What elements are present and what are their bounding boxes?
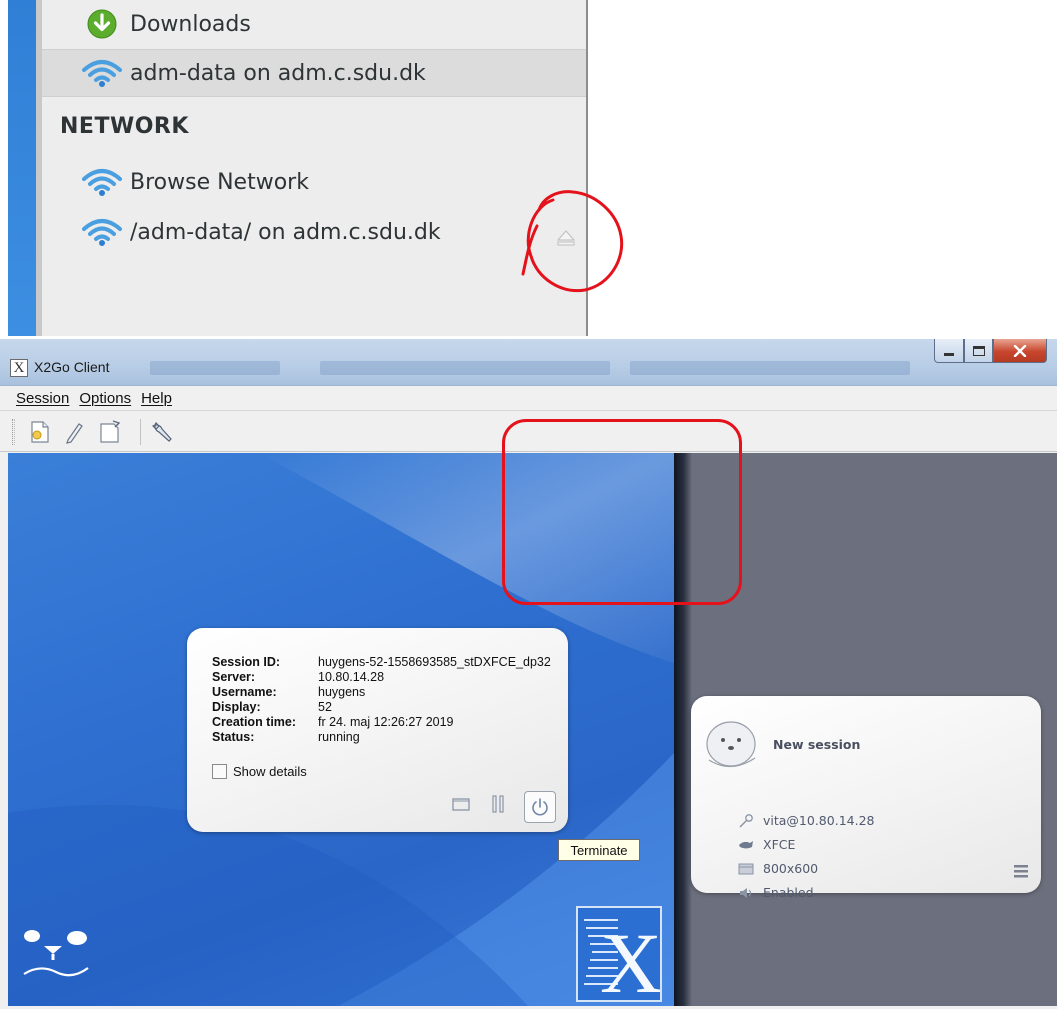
preferences-icon (152, 422, 172, 442)
svg-text:X: X (600, 915, 660, 1000)
username-row: Username: huygens (212, 685, 551, 700)
title-bar: X X2Go Client (0, 339, 1057, 386)
panel-divider (674, 453, 692, 1006)
server-row: vita@10.80.14.28 (737, 813, 874, 828)
network-share-icon (80, 56, 124, 90)
pause-icon (492, 795, 504, 813)
menu-help[interactable]: Help (141, 390, 172, 407)
hamburger-menu-icon[interactable] (1013, 863, 1029, 878)
sidebar-item-label: /adm-data/ on adm.c.sdu.dk (130, 219, 441, 245)
eject-icon[interactable] (555, 226, 577, 248)
folder-button[interactable] (451, 795, 471, 813)
status-label: Status: (212, 730, 255, 744)
network-icon (80, 165, 124, 199)
close-button[interactable] (993, 339, 1047, 363)
display-icon (737, 862, 755, 876)
sidebar-item-adm-data-share[interactable]: /adm-data/ on adm.c.sdu.dk (42, 208, 586, 256)
creation-time-value: fr 24. maj 12:26:27 2019 (318, 715, 454, 729)
session-id-value: huygens-52-1558693585_stDXFCE_dp32 (318, 655, 551, 669)
sidebar-item-browse-network[interactable]: Browse Network (42, 158, 586, 206)
x2go-client-window: X X2Go Client Session Options Help X Ses… (0, 339, 1057, 1009)
x2go-x-logo: X (576, 906, 662, 1006)
sound-row: Enabled (737, 885, 814, 900)
toolbar-grip (12, 419, 15, 445)
edit-session-icon (66, 423, 83, 444)
running-session-card: Session ID: huygens-52-1558693585_stDXFC… (187, 628, 568, 832)
server-row: Server: 10.80.14.28 (212, 670, 551, 685)
suspend-button[interactable] (491, 795, 505, 813)
minimize-button[interactable] (934, 339, 964, 363)
network-heading: NETWORK (60, 114, 189, 139)
export-session-icon (100, 420, 121, 443)
server-label: Server: (212, 670, 256, 684)
terminate-button[interactable] (524, 791, 556, 823)
speaker-icon (737, 886, 755, 900)
username-label: Username: (212, 685, 277, 699)
network-share-icon (80, 215, 124, 249)
power-icon (532, 798, 548, 816)
toolbar (0, 410, 1057, 452)
close-icon (1013, 344, 1027, 357)
seal-avatar-icon (701, 712, 763, 772)
resolution-value: 800x600 (763, 861, 819, 876)
edit-session-button[interactable] (60, 418, 88, 446)
new-session-button[interactable] (26, 418, 54, 446)
session-area: X Session ID: huygens-52-1558693585_stDX… (8, 453, 1057, 1009)
resolution-row: 800x600 (737, 861, 818, 876)
checkbox-box[interactable] (212, 764, 227, 779)
maximize-button[interactable] (964, 339, 993, 363)
desktop-value: XFCE (763, 837, 796, 852)
terminate-tooltip: Terminate (558, 839, 640, 861)
maximize-icon (972, 345, 985, 356)
background-toolbar-ghost (320, 361, 610, 375)
sidebar-item-label: adm-data on adm.c.sdu.dk (130, 60, 426, 86)
folder-icon (452, 798, 470, 811)
minimize-icon (944, 353, 954, 356)
sound-value: Enabled (763, 885, 814, 900)
creation-time-label: Creation time: (212, 715, 297, 729)
menu-session[interactable]: Session (16, 390, 69, 407)
status-value: running (318, 730, 360, 744)
sidebar-item-downloads[interactable]: Downloads (42, 0, 586, 48)
key-icon (737, 813, 755, 828)
file-manager-sidebar: Downloads adm-data on adm.c.sdu.dk NETWO… (0, 0, 710, 336)
show-details-checkbox[interactable]: Show details (212, 764, 307, 779)
sidebar-item-label: Browse Network (130, 169, 309, 195)
sidebar-item-label: Downloads (130, 11, 251, 37)
server-value: 10.80.14.28 (318, 670, 385, 684)
new-session-title: New session (773, 737, 861, 752)
desktop-row: XFCE (737, 837, 795, 852)
username-value: huygens (318, 685, 366, 699)
x2go-seal-logo (22, 924, 92, 982)
new-session-icon (31, 421, 49, 443)
status-row: Status: running (212, 730, 551, 745)
left-edge-strip (8, 0, 36, 336)
xfce-icon (737, 838, 755, 852)
preferences-button[interactable] (148, 418, 176, 446)
menu-options[interactable]: Options (79, 390, 131, 407)
background-toolbar-ghost (630, 361, 910, 375)
background-toolbar-ghost (150, 361, 280, 375)
menu-bar: Session Options Help (0, 386, 1057, 410)
window-title: X2Go Client (34, 359, 110, 375)
sidebar-item-adm-data[interactable]: adm-data on adm.c.sdu.dk (42, 49, 586, 97)
creation-time-row: Creation time: fr 24. maj 12:26:27 2019 (212, 715, 551, 730)
downloads-icon (80, 7, 124, 41)
display-row: Display: 52 (212, 700, 551, 715)
x2go-app-icon: X (10, 359, 28, 377)
server-value: vita@10.80.14.28 (763, 813, 875, 828)
display-label: Display: (212, 700, 261, 714)
show-details-label: Show details (233, 764, 307, 779)
display-value: 52 (318, 700, 332, 714)
session-id-row: Session ID: huygens-52-1558693585_stDXFC… (212, 655, 551, 670)
toolbar-separator (140, 419, 141, 445)
session-info: Session ID: huygens-52-1558693585_stDXFC… (212, 655, 551, 745)
places-panel: Downloads adm-data on adm.c.sdu.dk NETWO… (36, 0, 588, 336)
export-session-button[interactable] (96, 418, 124, 446)
session-id-label: Session ID: (212, 655, 281, 669)
new-session-card[interactable]: New session vita@10.80.14.28 XFCE 800x60… (691, 696, 1041, 900)
